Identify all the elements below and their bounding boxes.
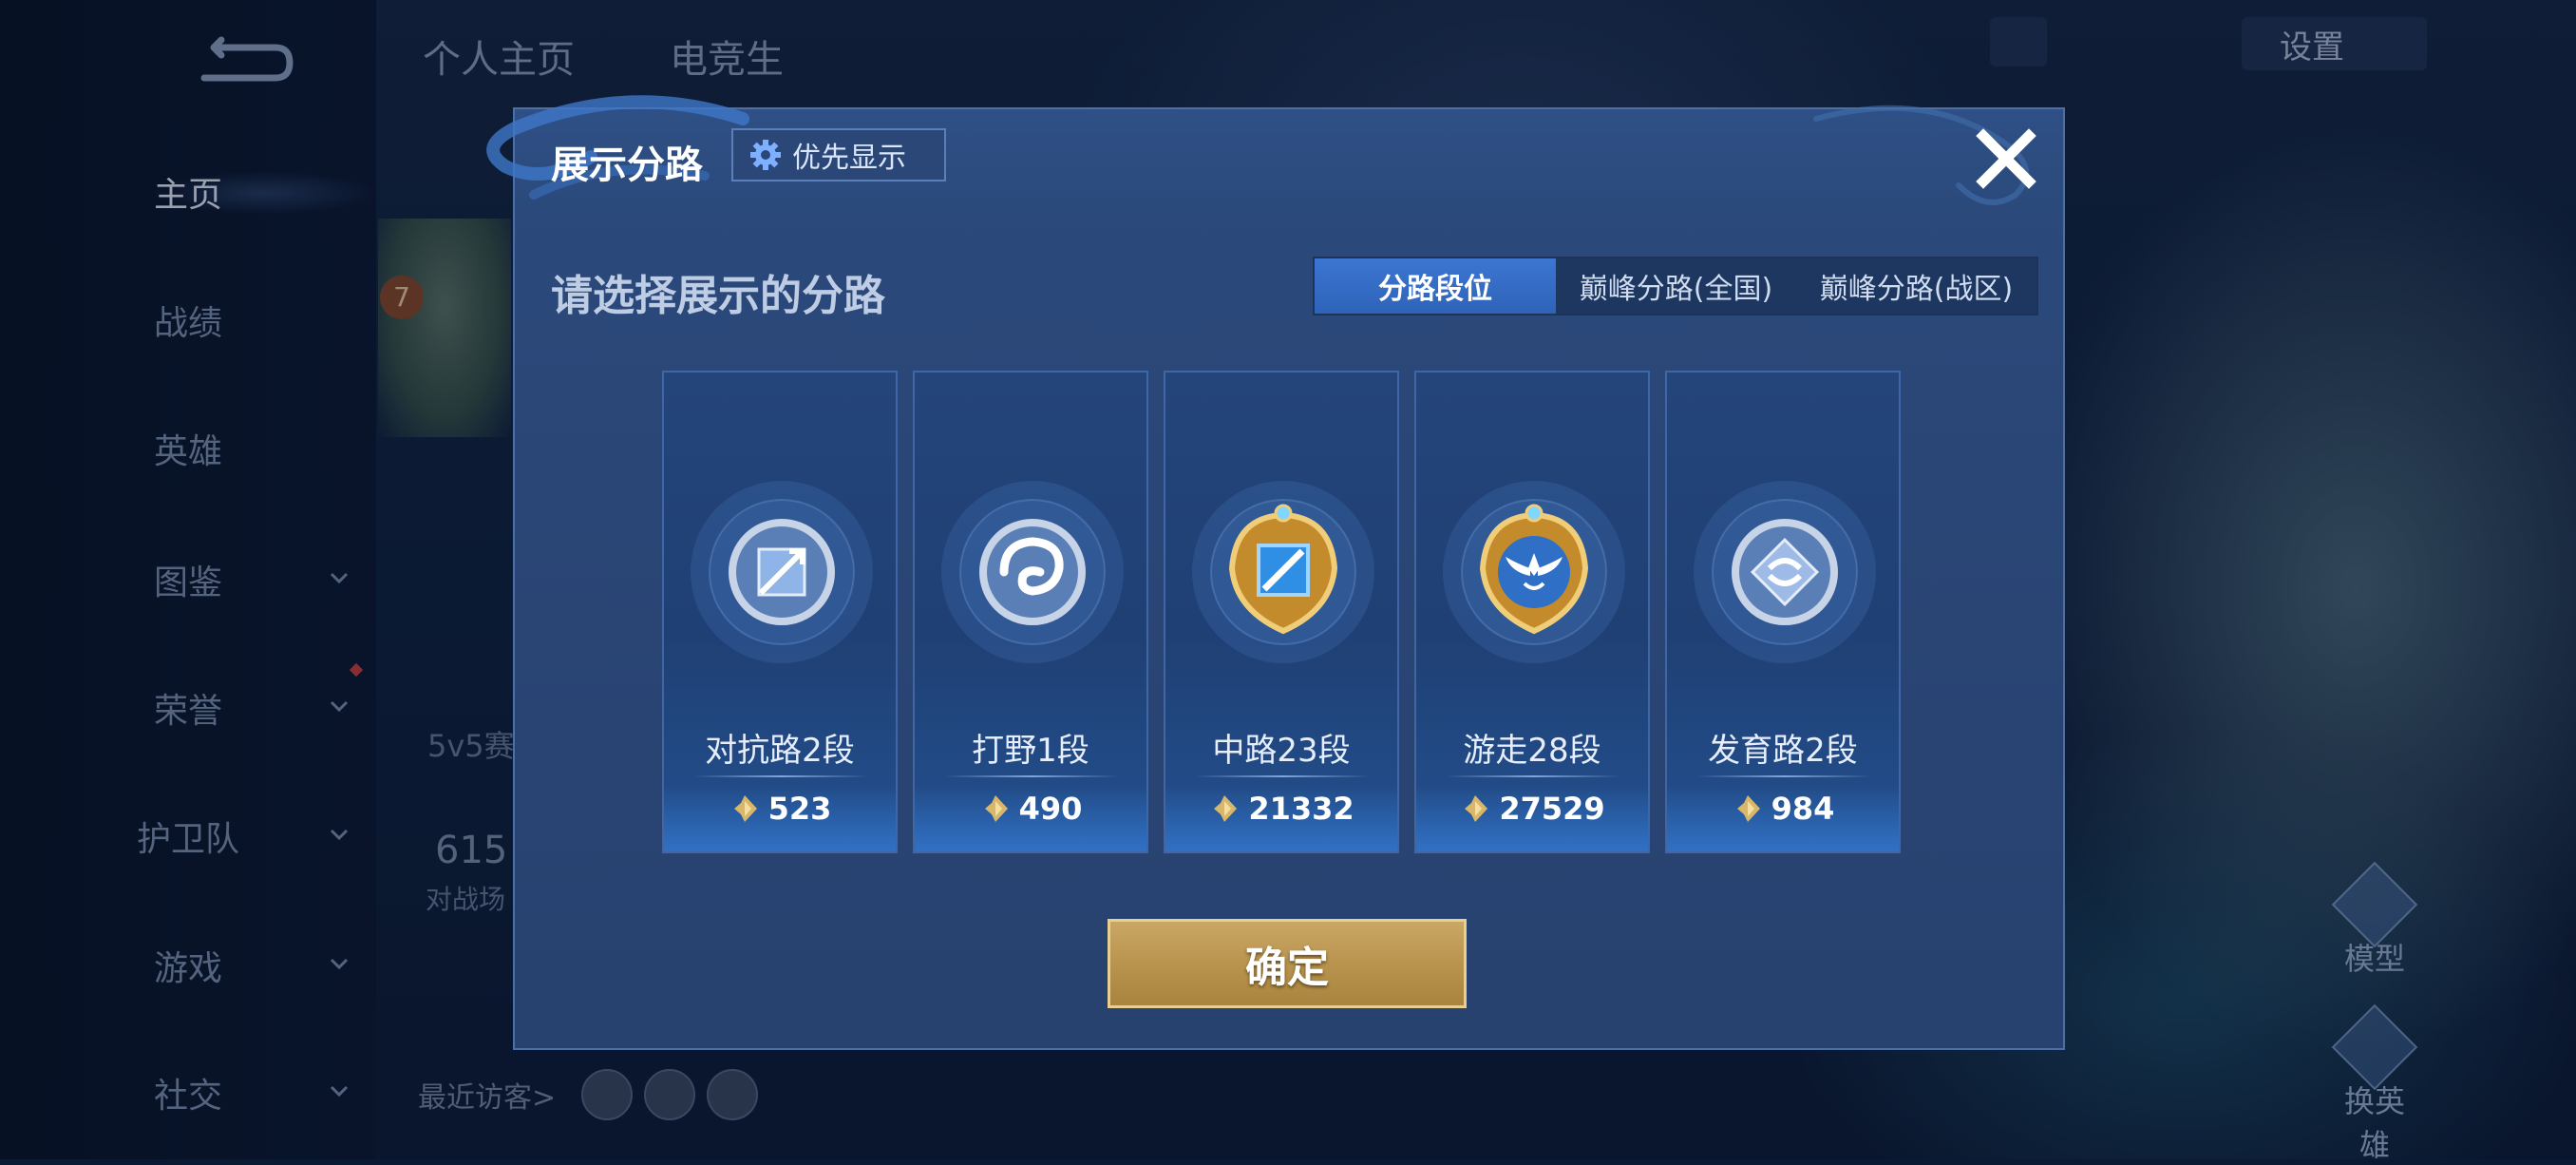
card-divider bbox=[1695, 775, 1872, 777]
score-value: 984 bbox=[1771, 791, 1835, 827]
card-divider bbox=[1194, 775, 1371, 777]
tab-label: 巅峰分路(战区) bbox=[1819, 273, 2014, 306]
rank-name: 发育路2段 bbox=[1708, 732, 1858, 770]
score-value: 523 bbox=[767, 791, 832, 827]
card-divider bbox=[1445, 775, 1621, 777]
priority-display-label: 优先显示 bbox=[792, 142, 906, 175]
lane-score: 21332 bbox=[1165, 791, 1397, 827]
lane-type-tabs: 分路段位 巅峰分路(全国) 巅峰分路(战区) bbox=[1313, 257, 2038, 315]
lane-score: 27529 bbox=[1416, 791, 1648, 827]
score-value: 21332 bbox=[1248, 791, 1354, 827]
lane-card-roam[interactable]: 游走28段 27529 bbox=[1414, 371, 1650, 853]
confirm-button[interactable]: 确定 bbox=[1108, 919, 1467, 1008]
lane-cards: 对抗路2段 523 打野1段 490 中路23段 21332 游走28段 275… bbox=[662, 371, 1901, 853]
lane-card-mid[interactable]: 中路23段 21332 bbox=[1164, 371, 1399, 853]
confirm-label: 确定 bbox=[1245, 944, 1329, 992]
tab-peak-region[interactable]: 巅峰分路(战区) bbox=[1796, 258, 2036, 314]
silver-dragon-medal-icon bbox=[941, 481, 1124, 663]
rank-name: 中路23段 bbox=[1212, 732, 1351, 770]
score-icon bbox=[1465, 795, 1488, 822]
silver-arrow-medal-icon bbox=[1694, 481, 1876, 663]
tab-lane-rank[interactable]: 分路段位 bbox=[1315, 258, 1556, 314]
lane-score: 523 bbox=[664, 791, 896, 827]
lane-card-jungle[interactable]: 打野1段 490 bbox=[913, 371, 1148, 853]
card-divider bbox=[943, 775, 1120, 777]
gold-wings-medal-icon bbox=[1443, 481, 1625, 663]
lane-score: 984 bbox=[1667, 791, 1899, 827]
close-icon[interactable] bbox=[1968, 121, 2044, 197]
score-value: 27529 bbox=[1499, 791, 1605, 827]
dialog-title: 展示分路 bbox=[551, 143, 703, 187]
lane-card-top[interactable]: 对抗路2段 523 bbox=[662, 371, 898, 853]
rank-name: 对抗路2段 bbox=[705, 732, 855, 770]
tab-label: 分路段位 bbox=[1378, 273, 1492, 306]
lane-score: 490 bbox=[915, 791, 1146, 827]
card-divider bbox=[692, 775, 869, 777]
rank-name: 打野1段 bbox=[972, 732, 1089, 770]
dialog-subtitle: 请选择展示的分路 bbox=[551, 272, 885, 320]
score-icon bbox=[1214, 795, 1238, 822]
gold-wand-medal-icon bbox=[1192, 481, 1374, 663]
gear-icon bbox=[750, 140, 781, 170]
score-value: 490 bbox=[1018, 791, 1083, 827]
silver-sword-medal-icon bbox=[691, 481, 873, 663]
tab-peak-national[interactable]: 巅峰分路(全国) bbox=[1556, 258, 1796, 314]
score-icon bbox=[984, 795, 1008, 822]
rank-name: 游走28段 bbox=[1463, 732, 1601, 770]
lane-card-bot[interactable]: 发育路2段 984 bbox=[1665, 371, 1901, 853]
score-icon bbox=[733, 795, 757, 822]
lane-display-dialog: 展示分路 优先显示 请选择展示的分路 分路段位 巅峰分路(全国) 巅峰分路(战区… bbox=[486, 95, 2065, 1050]
priority-display-button[interactable]: 优先显示 bbox=[731, 128, 946, 181]
tab-label: 巅峰分路(全国) bbox=[1579, 273, 1773, 306]
score-icon bbox=[1736, 795, 1760, 822]
